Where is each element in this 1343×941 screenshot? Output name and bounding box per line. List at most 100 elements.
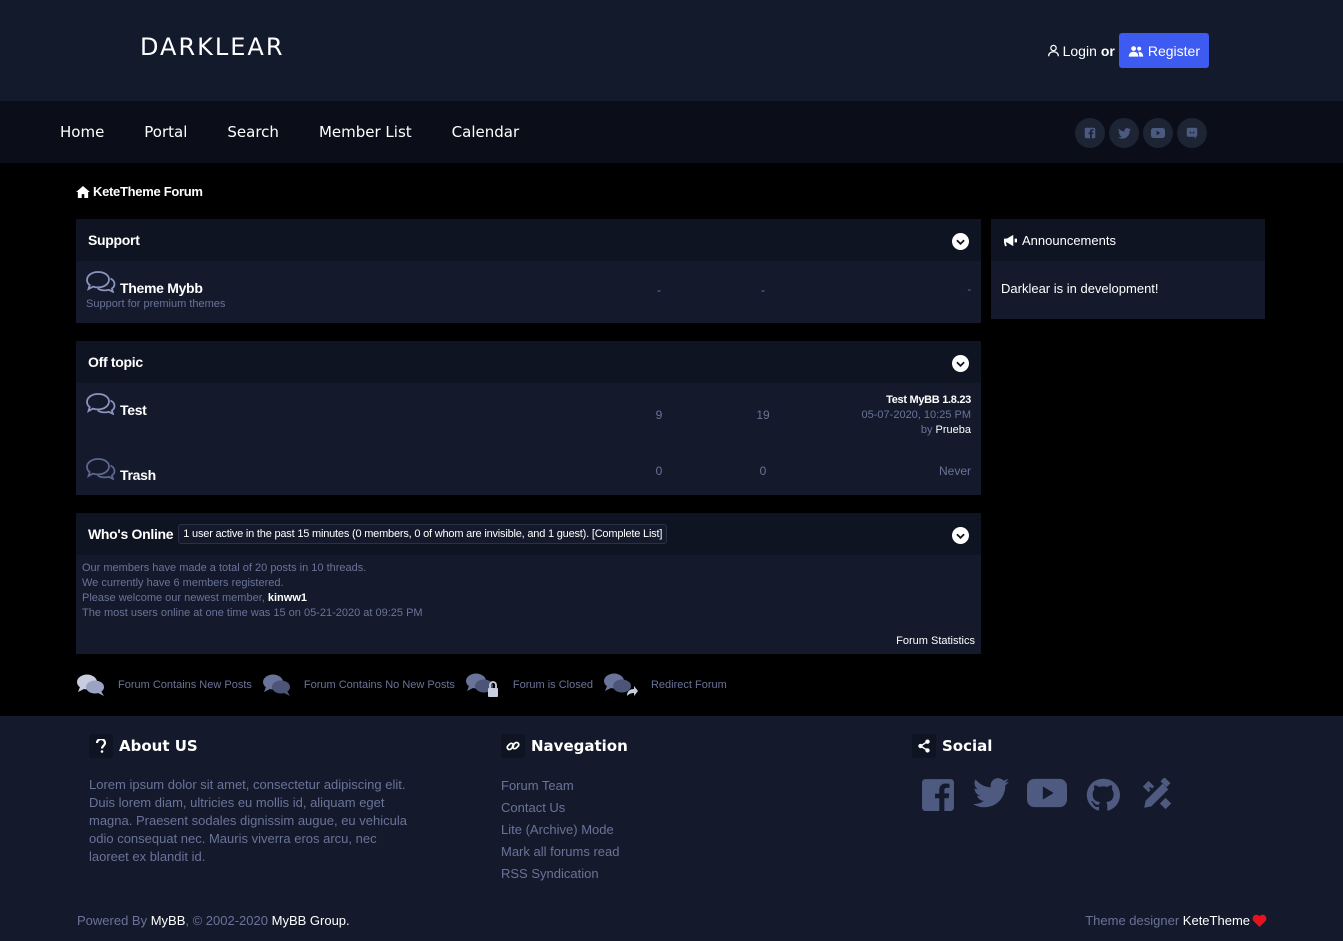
share-icon [912, 734, 936, 758]
question-icon [89, 734, 113, 758]
nav-portal[interactable]: Portal [144, 123, 187, 141]
footer-link-forum-team[interactable]: Forum Team [501, 778, 619, 800]
stat-members: We currently have 6 members registered. [82, 577, 284, 589]
heart-icon [1252, 914, 1267, 927]
powered-prefix: Powered By [77, 913, 148, 928]
discord-icon[interactable] [1177, 118, 1207, 148]
forum-posts: - [761, 283, 765, 297]
forum-new-icon [77, 674, 104, 696]
about-heading: About US [89, 734, 198, 758]
footer-link-rss[interactable]: RSS Syndication [501, 866, 619, 888]
forum-legend: Forum Contains New Posts Forum Contains … [76, 672, 737, 698]
forum-posts: 0 [759, 464, 767, 478]
copyright-years: , © 2002-2020 [185, 913, 268, 928]
last-post-by: by [920, 424, 933, 436]
newest-member-link[interactable]: kinww1 [268, 592, 307, 604]
footer-link-mark-read[interactable]: Mark all forums read [501, 844, 619, 866]
theme-designer: Theme designer KeteTheme [1085, 913, 1267, 928]
forum-last-post: Test MyBB 1.8.23 05-07-2020, 10:25 PM by… [861, 393, 972, 438]
forum-statistics-link[interactable]: Forum Statistics [896, 635, 975, 647]
footer-link-contact-us[interactable]: Contact Us [501, 800, 619, 822]
legend-redirect-label: Redirect Forum [650, 679, 727, 691]
announcements-title: Announcements [1022, 232, 1116, 248]
forum-title[interactable]: Theme Mybb [120, 280, 203, 296]
copyright: Powered By MyBB, © 2002-2020 MyBB Group. [77, 913, 350, 928]
footer-link-lite-mode[interactable]: Lite (Archive) Mode [501, 822, 619, 844]
forum-last-post: - [967, 284, 971, 296]
footer-social-icons [921, 777, 1193, 817]
megaphone-icon [1004, 234, 1017, 246]
main-nav: Home Portal Search Member List Calendar [0, 101, 1343, 163]
github-icon[interactable] [1085, 778, 1121, 817]
facebook-icon[interactable] [1075, 118, 1105, 148]
mybb-group-link[interactable]: MyBB Group. [272, 913, 350, 928]
forum-description: Support for premium themes [86, 298, 226, 310]
category-header: Support [76, 219, 981, 261]
users-icon [1128, 45, 1144, 57]
last-post-user[interactable]: Prueba [936, 424, 971, 436]
breadcrumb-label: KeteTheme Forum [93, 184, 203, 199]
or-label: or [1100, 42, 1115, 59]
navigation-title: Navegation [531, 737, 628, 755]
nav-home[interactable]: Home [60, 123, 104, 141]
forum-title[interactable]: Trash [120, 467, 156, 483]
forum-off-icon [86, 393, 116, 415]
category-header: Off topic [76, 341, 981, 383]
category-title[interactable]: Off topic [88, 354, 143, 370]
forum-off-icon [262, 674, 290, 696]
online-header: Who's Online 1 user active in the past 1… [76, 513, 981, 555]
legend-new-posts-label: Forum Contains New Posts [118, 679, 252, 691]
login-link[interactable]: Login [1047, 43, 1097, 59]
newest-member-prefix: Please welcome our newest member, [82, 592, 265, 604]
nav-member-list[interactable]: Member List [319, 123, 412, 141]
forum-threads: - [657, 283, 661, 297]
collapse-toggle[interactable] [952, 527, 969, 544]
stat-posts: Our members have made a total of 20 post… [82, 562, 367, 574]
designer-tools-icon[interactable] [1139, 777, 1175, 817]
support-category: Support Theme Mybb Support for premium t… [76, 219, 981, 323]
chevron-down-icon [956, 361, 965, 367]
stat-newest-member: Please welcome our newest member, kinww1 [82, 591, 975, 606]
footer-nav-list: Forum Team Contact Us Lite (Archive) Mod… [501, 778, 619, 888]
youtube-icon[interactable] [1027, 778, 1067, 817]
register-label: Register [1147, 42, 1200, 59]
legend-no-new-posts-label: Forum Contains No New Posts [303, 679, 455, 691]
legend-closed: Forum is Closed [465, 672, 593, 698]
social-heading: Social [912, 734, 992, 758]
social-title: Social [942, 737, 993, 755]
about-title: About US [119, 737, 198, 755]
youtube-icon[interactable] [1143, 118, 1173, 148]
site-logo[interactable]: DARKLEAR [140, 33, 285, 61]
forum-row: Theme Mybb Support for premium themes - … [76, 261, 981, 323]
auth-links: Login or Register [1047, 33, 1209, 68]
mybb-link[interactable]: MyBB [151, 913, 186, 928]
user-icon [1047, 44, 1059, 57]
register-button[interactable]: Register [1118, 33, 1209, 68]
link-icon [501, 734, 525, 758]
nav-calendar[interactable]: Calendar [452, 123, 519, 141]
collapse-toggle[interactable] [952, 355, 969, 372]
forum-threads: 0 [655, 464, 663, 478]
forum-row: Test 9 19 Test MyBB 1.8.23 05-07-2020, 1… [76, 383, 981, 445]
legend-no-new-posts: Forum Contains No New Posts [262, 673, 455, 697]
nav-social-links [1071, 118, 1207, 148]
nav-search[interactable]: Search [227, 123, 279, 141]
facebook-icon[interactable] [921, 778, 955, 817]
twitter-icon[interactable] [973, 778, 1009, 817]
collapse-toggle[interactable] [952, 233, 969, 250]
last-post-title[interactable]: Test MyBB 1.8.23 [886, 394, 971, 406]
designer-link[interactable]: KeteTheme [1183, 913, 1250, 928]
forum-threads: 9 [655, 408, 663, 422]
offtopic-category: Off topic Test 9 19 Test MyBB 1.8.23 05-… [76, 341, 981, 495]
legend-new-posts: Forum Contains New Posts [76, 673, 252, 697]
twitter-icon[interactable] [1109, 118, 1139, 148]
last-post-date: 05-07-2020, 10:25 PM [861, 409, 971, 421]
site-header: DARKLEAR Login or Register [0, 0, 1343, 101]
online-users-info[interactable]: 1 user active in the past 15 minutes (0 … [178, 524, 668, 544]
forum-title[interactable]: Test [120, 402, 147, 418]
about-text: Lorem ipsum dolor sit amet, consectetur … [89, 777, 407, 864]
category-title[interactable]: Support [88, 232, 140, 248]
login-label: Login [1062, 42, 1097, 59]
breadcrumb[interactable]: KeteTheme Forum [76, 184, 203, 199]
legend-redirect: Redirect Forum [603, 672, 727, 698]
